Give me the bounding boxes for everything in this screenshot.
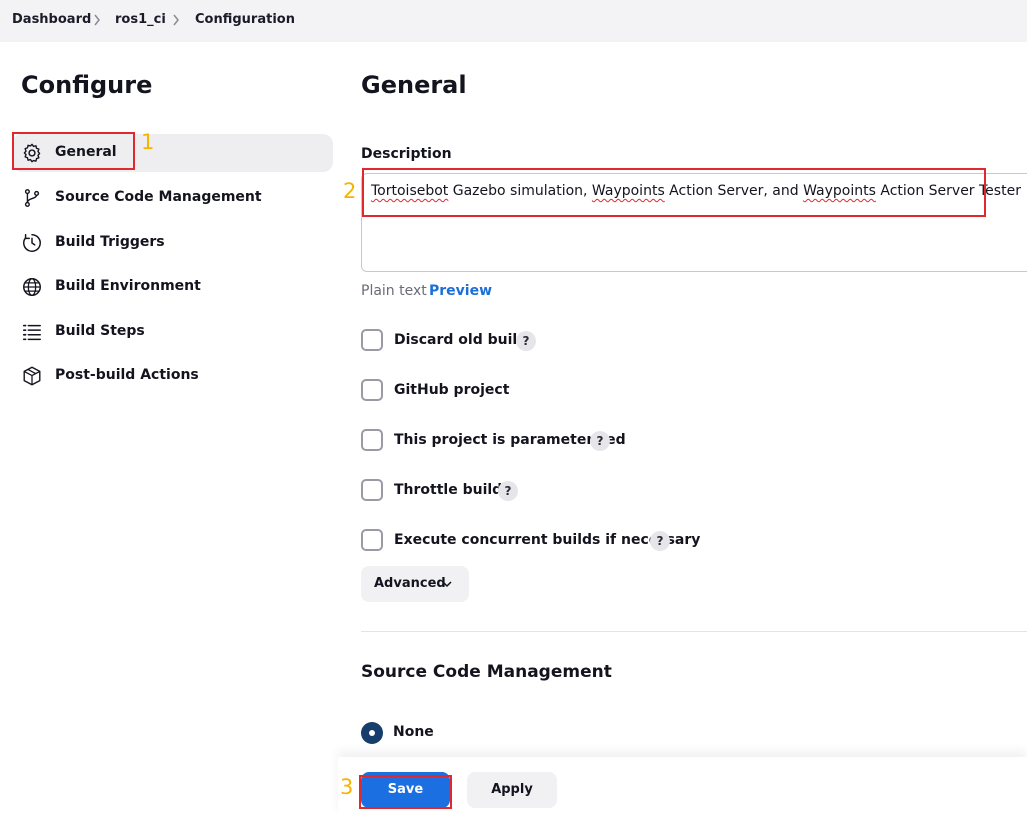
sidebar-item-build-triggers[interactable]: Build Triggers: [12, 224, 333, 262]
description-format: Plain text: [361, 283, 427, 299]
sidebar-item-build-steps[interactable]: Build Steps: [12, 313, 333, 351]
sidebar-item-label: Post-build Actions: [55, 367, 199, 383]
apply-button[interactable]: Apply: [467, 772, 557, 808]
annotation-box-2: [362, 168, 986, 217]
breadcrumb: Dashboard ros1_ci Configuration: [0, 0, 1027, 42]
discard-old-builds-checkbox[interactable]: [361, 329, 383, 351]
parameterized-checkbox[interactable]: [361, 429, 383, 451]
help-icon[interactable]: ?: [650, 531, 670, 551]
preview-link[interactable]: Preview: [429, 283, 492, 299]
chevron-down-icon: [442, 581, 452, 588]
option-label: GitHub project: [394, 382, 510, 398]
page-title: General: [361, 71, 467, 99]
package-icon: [23, 366, 41, 386]
sidebar-item-label: Source Code Management: [55, 189, 262, 205]
chevron-right-icon: [94, 14, 100, 26]
help-icon[interactable]: ?: [590, 431, 610, 451]
sidebar-item-source-code-management[interactable]: Source Code Management: [12, 179, 333, 217]
option-label: Throttle builds: [394, 482, 511, 498]
description-label: Description: [361, 146, 452, 162]
option-label: Discard old builds: [394, 332, 536, 348]
breadcrumb-configuration[interactable]: Configuration: [195, 12, 295, 27]
section-divider: [361, 631, 1027, 632]
breadcrumb-ros1-ci[interactable]: ros1_ci: [115, 12, 166, 27]
globe-icon: [23, 278, 41, 296]
throttle-builds-checkbox[interactable]: [361, 479, 383, 501]
annotation-box-3: [359, 775, 452, 809]
annotation-number-2: 2: [343, 179, 357, 203]
sidebar-item-label: Build Triggers: [55, 234, 165, 250]
sidebar-item-build-environment[interactable]: Build Environment: [12, 268, 333, 306]
sidebar-title: Configure: [21, 71, 153, 99]
github-project-checkbox[interactable]: [361, 379, 383, 401]
chevron-right-icon: [173, 14, 179, 26]
branch-icon: [24, 189, 40, 207]
annotation-number-3: 3: [340, 775, 354, 799]
sidebar-item-label: Build Environment: [55, 278, 201, 294]
sidebar-item-post-build-actions[interactable]: Post-build Actions: [12, 357, 333, 395]
advanced-button[interactable]: Advanced: [361, 566, 469, 602]
annotation-number-1: 1: [141, 130, 155, 154]
sidebar-item-label: Build Steps: [55, 323, 145, 339]
scm-none-radio[interactable]: [361, 722, 383, 744]
help-icon[interactable]: ?: [516, 331, 536, 351]
annotation-box-1: [12, 132, 135, 170]
concurrent-builds-checkbox[interactable]: [361, 529, 383, 551]
help-icon[interactable]: ?: [498, 481, 518, 501]
breadcrumb-dashboard[interactable]: Dashboard: [12, 12, 91, 27]
advanced-label: Advanced: [374, 576, 446, 591]
clock-icon: [23, 234, 41, 252]
list-icon: [22, 324, 41, 341]
scm-section-title: Source Code Management: [361, 662, 612, 682]
scm-none-label: None: [393, 724, 434, 740]
